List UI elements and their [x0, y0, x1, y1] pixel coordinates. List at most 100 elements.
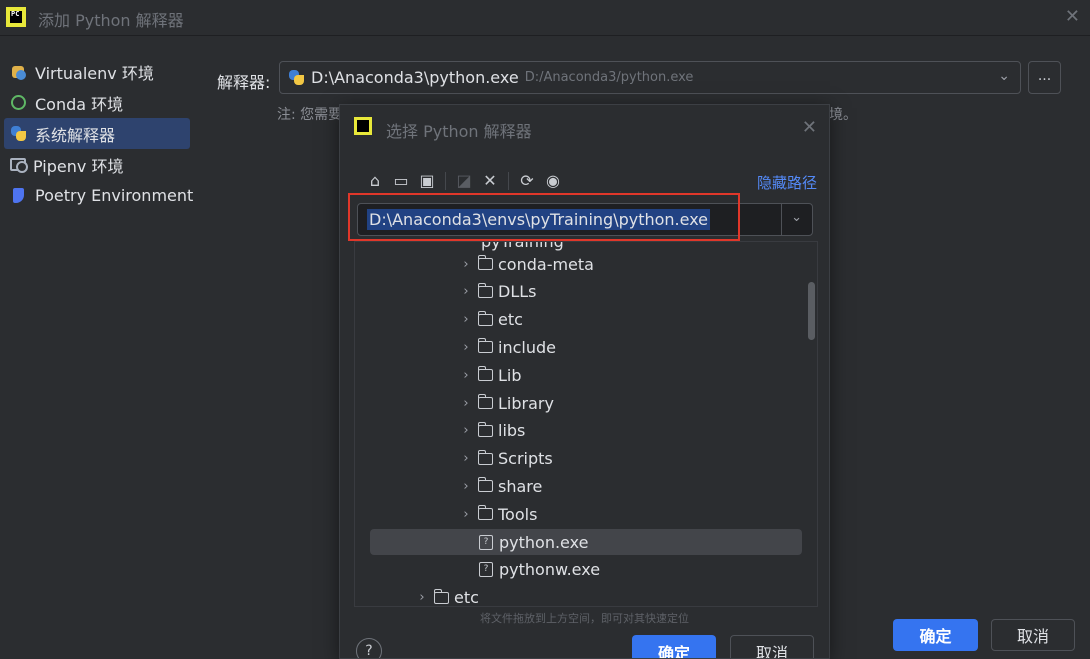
window-title-bar: 添加 Python 解释器 ✕ — [0, 0, 1090, 36]
folder-icon — [477, 477, 493, 493]
interpreter-type-sidebar: Virtualenv 环境 Conda 环境 系统解释器 Pipenv 环境 P… — [0, 56, 200, 211]
chevron-right-icon[interactable]: › — [457, 257, 475, 272]
pycharm-logo-icon — [354, 117, 372, 135]
chevron-down-icon[interactable]: ⌄ — [791, 210, 802, 225]
delete-icon[interactable]: ✕ — [477, 170, 503, 192]
tree-item-label: share — [498, 476, 543, 496]
conda-icon — [11, 95, 26, 110]
poetry-icon — [10, 187, 28, 205]
tree-item-label: Library — [498, 393, 554, 413]
chevron-right-icon[interactable]: › — [457, 284, 475, 299]
interpreter-select[interactable]: D:\Anaconda3\python.exe D:/Anaconda3/pyt… — [279, 61, 1021, 94]
interpreter-secondary-path: D:/Anaconda3/python.exe — [524, 70, 694, 85]
unknown-file-icon: ? — [479, 534, 493, 550]
path-input-value: D:\Anaconda3\envs\pyTraining\python.exe — [367, 209, 711, 230]
chevron-right-icon[interactable]: › — [457, 423, 475, 438]
interpreter-value: D:\Anaconda3\python.exe — [311, 68, 519, 87]
cancel-button[interactable]: 取消 — [991, 619, 1075, 651]
sidebar-item-pipenv[interactable]: Pipenv 环境 — [0, 149, 200, 180]
chevron-right-icon[interactable]: › — [457, 340, 475, 355]
tree-item-label: conda-meta — [498, 254, 594, 274]
folder-icon — [477, 338, 493, 354]
dialog-close-icon[interactable]: ✕ — [802, 117, 817, 138]
tree-item-label: etc — [498, 310, 523, 330]
chevron-down-icon[interactable]: ⌄ — [998, 68, 1010, 84]
tree-folder-item[interactable]: › libs — [355, 417, 817, 445]
folder-icon — [477, 505, 493, 521]
help-button[interactable]: ? — [356, 638, 382, 658]
tree-item-label: DLLs — [498, 282, 537, 302]
chooser-cancel-button[interactable]: 取消 — [730, 635, 814, 658]
ok-button[interactable]: 确定 — [893, 619, 978, 651]
tree-folder-item[interactable]: › DLLs — [355, 278, 817, 306]
sidebar-item-label: Conda 环境 — [35, 94, 124, 114]
toolbar-divider — [445, 172, 446, 190]
tree-folder-item[interactable]: › Tools — [355, 500, 817, 528]
sidebar-item-label: 系统解释器 — [35, 125, 116, 145]
sidebar-item-conda[interactable]: Conda 环境 — [0, 87, 200, 118]
folder-icon — [477, 255, 493, 270]
window-close-icon[interactable]: ✕ — [1065, 6, 1080, 27]
path-input[interactable]: D:\Anaconda3\envs\pyTraining\python.exe … — [357, 203, 813, 236]
folder-icon — [477, 449, 493, 465]
tree-folder-item[interactable]: › Lib — [355, 361, 817, 389]
sidebar-item-virtualenv[interactable]: Virtualenv 环境 — [0, 56, 200, 87]
file-tree[interactable]: pyTraining › conda-meta › DLLs › etc › include ›… — [354, 241, 818, 607]
new-folder-icon[interactable]: ◪ — [451, 170, 477, 192]
chevron-right-icon[interactable]: › — [457, 479, 475, 494]
pycharm-logo-icon — [6, 7, 26, 27]
tree-item-label: pythonw.exe — [499, 560, 601, 580]
sidebar-item-poetry[interactable]: Poetry Environment — [0, 180, 200, 211]
project-folder-icon[interactable]: ▣ — [414, 170, 440, 192]
python-icon — [10, 125, 28, 143]
file-chooser-dialog: 选择 Python 解释器 ✕ ⌂ ▭ ▣ ◪ ✕ ⟳ ◉ 隐藏路径 D:\An… — [339, 104, 830, 659]
chevron-right-icon[interactable]: › — [457, 507, 475, 522]
unknown-file-icon: ? — [479, 562, 493, 578]
folder-icon — [477, 421, 493, 437]
tree-item-label: python.exe — [499, 532, 589, 552]
dialog-title: 选择 Python 解释器 — [386, 122, 532, 141]
browse-button[interactable]: ... — [1028, 61, 1061, 94]
chevron-right-icon[interactable]: › — [413, 590, 431, 605]
folder-icon — [477, 282, 493, 298]
tree-file-item[interactable]: ? pythonw.exe — [355, 556, 817, 584]
tree-file-item[interactable]: ? python.exe — [355, 528, 817, 556]
tree-folder-item[interactable]: › share — [355, 472, 817, 500]
pipenv-icon — [10, 158, 28, 173]
sidebar-item-label: Pipenv 环境 — [33, 156, 124, 176]
sidebar-item-system-interpreter[interactable]: 系统解释器 — [4, 118, 190, 149]
tree-item-label: include — [498, 337, 556, 357]
desktop-icon[interactable]: ▭ — [388, 170, 414, 192]
chooser-ok-button[interactable]: 确定 — [632, 635, 716, 658]
tree-folder-item[interactable]: › include — [355, 333, 817, 361]
sidebar-item-label: Virtualenv 环境 — [35, 63, 154, 83]
combo-divider — [781, 204, 782, 235]
virtualenv-icon — [10, 63, 28, 81]
home-icon[interactable]: ⌂ — [362, 170, 388, 192]
tree-folder-item[interactable]: › Library — [355, 389, 817, 417]
refresh-icon[interactable]: ⟳ — [514, 170, 540, 192]
chevron-right-icon[interactable]: › — [457, 368, 475, 383]
drag-hint: 将文件拖放到上方空间，即可对其快速定位 — [480, 612, 689, 625]
tree-item-label: Lib — [498, 365, 522, 385]
sidebar-item-label: Poetry Environment — [35, 186, 194, 205]
folder-icon — [477, 310, 493, 326]
show-hidden-icon[interactable]: ◉ — [540, 170, 566, 192]
interpreter-label: 解释器: — [217, 73, 271, 92]
tree-folder-item[interactable]: › Scripts — [355, 445, 817, 473]
tree-item-label: Tools — [498, 504, 538, 524]
hide-path-link[interactable]: 隐藏路径 — [757, 172, 817, 193]
chevron-right-icon[interactable]: › — [457, 396, 475, 411]
note-text-tail: 境。 — [829, 107, 857, 123]
chevron-right-icon[interactable]: › — [457, 451, 475, 466]
folder-icon — [477, 394, 493, 409]
tree-item-label: libs — [498, 421, 526, 441]
tree-folder-item[interactable]: › conda-meta — [355, 250, 817, 278]
chevron-right-icon[interactable]: › — [457, 312, 475, 327]
tree-folder-item[interactable]: › etc — [355, 584, 817, 607]
toolbar-divider — [508, 172, 509, 190]
scrollbar-thumb[interactable] — [808, 282, 815, 340]
tree-folder-item[interactable]: › etc — [355, 306, 817, 334]
tree-item-label: etc — [454, 588, 479, 607]
dialog-title-bar: 选择 Python 解释器 ✕ — [340, 105, 829, 149]
